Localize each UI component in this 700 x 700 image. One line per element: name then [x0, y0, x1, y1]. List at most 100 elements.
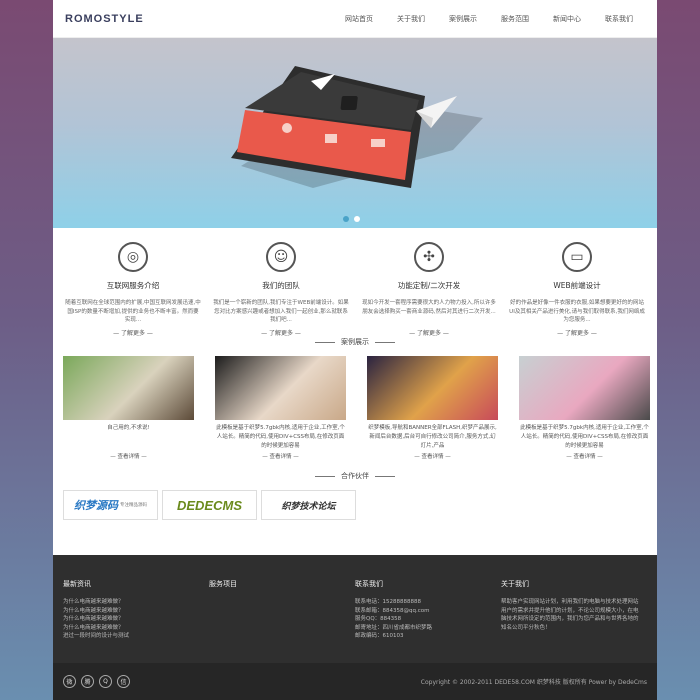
service-title: 我们的团队	[262, 281, 300, 290]
case-image-flowers[interactable]	[519, 356, 650, 420]
contact-phone: 联系电话：15288888888	[355, 599, 421, 605]
service-description: 好的作品是好像一件衣服的衣服,如果想要更好的的网站UI及其相关产品进行美化,请与…	[509, 300, 645, 323]
case-item: 此模板是基于织梦5.7gbk内核,适用于企业,工作室,个人站长。精简的代码,使用…	[215, 356, 346, 470]
nav-services[interactable]: 服务范围	[489, 14, 541, 24]
cases-heading: 案例展示	[53, 336, 657, 348]
service-item: ☺ 我们的团队 我们是一个崭新的团队,我们专注于WEB前端设计。如果您对比方案感…	[207, 242, 355, 337]
divider	[315, 341, 335, 343]
slider-dot-2[interactable]	[354, 216, 360, 222]
hero-banner[interactable]	[53, 38, 657, 228]
learn-more-link[interactable]: — 了解更多 —	[213, 328, 349, 337]
contact-qq: 服务QQ：884358	[355, 616, 402, 622]
learn-more-link[interactable]: — 了解更多 —	[361, 328, 497, 337]
partner-name: DEDECMS	[176, 497, 242, 513]
footer-column-title: 最新资讯	[63, 580, 91, 588]
screen-icon-2	[325, 134, 337, 143]
nav-contact[interactable]: 联系我们	[593, 14, 645, 24]
contact-address: 邮寄地址：四川省成都市织梦路	[355, 624, 433, 631]
news-link[interactable]: 进过一段时间的设计与测试	[63, 632, 201, 641]
slider-dot-1[interactable]	[343, 216, 349, 222]
service-item: ▭ WEB前端设计 好的作品是好像一件衣服的衣服,如果想要更好的的网站UI及其相…	[503, 242, 651, 337]
news-link[interactable]: 为什么电商越来越难做？	[63, 598, 201, 607]
view-details-link[interactable]: — 查看详情 —	[63, 452, 194, 460]
slider-dots	[343, 216, 360, 222]
divider	[315, 475, 335, 477]
nav-cases[interactable]: 案例展示	[437, 14, 489, 24]
qq-icon[interactable]: Q	[99, 675, 112, 688]
nav-home[interactable]: 网站首页	[333, 14, 385, 24]
footer: 最新资讯 为什么电商越来越难做？ 为什么电商越来越难做？ 为什么电商越来越难做？…	[53, 555, 657, 700]
case-image-girl[interactable]	[215, 356, 346, 420]
case-item: 织梦模板,导航和BANNER全部FLASH,织梦产品展示,新闻后台数据,后台可自…	[367, 356, 498, 470]
news-link[interactable]: 为什么电商越来越难做？	[63, 615, 201, 624]
screen-icon-1	[282, 123, 292, 133]
partners-section: 织梦源码 专注精品源码 DEDECMS 织梦技术论坛	[53, 482, 657, 534]
footer-services: 服务项目	[209, 579, 355, 663]
service-description: 我们是一个崭新的团队,我们专注于WEB前端设计。如果您对比方案感兴趣或者想加入我…	[213, 300, 349, 323]
partner-name: 织梦技术论坛	[281, 500, 336, 511]
news-link[interactable]: 为什么电商越来越难做？	[63, 624, 201, 633]
service-description: 随着互联网在全球范围内的扩展,中国互联网发展迅速,中国ISP的数量不断增加,提供…	[65, 300, 201, 323]
view-details-link[interactable]: — 查看详情 —	[519, 452, 650, 460]
case-description: 此模板是基于织梦5.7gbk内核,适用于企业,工作室,个人站长。精简的代码,使用…	[520, 425, 649, 449]
cases-section: 自己用的,不求说! — 查看详情 — 此模板是基于织梦5.7gbk内核,适用于企…	[53, 348, 657, 470]
view-details-link[interactable]: — 查看详情 —	[215, 452, 346, 460]
weibo-icon[interactable]: 微	[63, 675, 76, 688]
banner-illustration	[231, 66, 483, 188]
service-title: WEB前端设计	[553, 281, 601, 290]
contact-postcode: 邮政编码：610103	[355, 633, 404, 639]
footer-about: 关于我们 帮助客户实现网站计划，利用我们的电脑与技术处理网站用户的需求并提升他们…	[501, 579, 647, 663]
wechat-icon[interactable]: 信	[117, 675, 130, 688]
service-item: ✣ 功能定制/二次开发 现如今开发一套程序需要很大的人力物力投入,所以许多朋友会…	[355, 242, 503, 337]
web-frontend-icon: ▭	[562, 242, 592, 272]
header: ROMOSTYLE 网站首页 关于我们 案例展示 服务范围 新闻中心 联系我们	[53, 0, 657, 38]
partner-logo-dede-forum[interactable]: 织梦技术论坛	[261, 490, 356, 520]
custom-dev-icon: ✣	[414, 242, 444, 272]
page: ROMOSTYLE 网站首页 关于我们 案例展示 服务范围 新闻中心 联系我们	[53, 0, 657, 700]
nav-about[interactable]: 关于我们	[385, 14, 437, 24]
case-description: 织梦模板,导航和BANNER全部FLASH,织梦产品展示,新闻后台数据,后台可自…	[368, 425, 497, 449]
case-description: 自己用的,不求说!	[107, 425, 150, 431]
screen-center-tile	[340, 96, 358, 110]
learn-more-link[interactable]: — 了解更多 —	[509, 328, 645, 337]
partners-heading-text: 合作伙伴	[341, 472, 369, 480]
partner-name: 织梦源码	[74, 500, 118, 512]
footer-columns: 最新资讯 为什么电商越来越难做？ 为什么电商越来越难做？ 为什么电商越来越难做？…	[53, 555, 657, 663]
copyright-text: Copyright © 2002-2011 DEDE58.COM 织梦科技 版权…	[420, 679, 647, 686]
case-item: 自己用的,不求说! — 查看详情 —	[63, 356, 194, 470]
divider	[375, 475, 395, 477]
nav-news[interactable]: 新闻中心	[541, 14, 593, 24]
partner-logo-dedecms[interactable]: DEDECMS	[162, 490, 257, 520]
footer-column-title: 联系我们	[355, 580, 383, 588]
case-item: 此模板是基于织梦5.7gbk内核,适用于企业,工作室,个人站长。精简的代码,使用…	[519, 356, 650, 470]
about-text: 帮助客户实现网站计划，利用我们的电脑与技术处理网站用户的需求并提升他们的计划，不…	[501, 599, 639, 631]
footer-bottom-bar: 微 腾 Q 信 Copyright © 2002-2011 DEDE58.COM…	[53, 663, 657, 700]
social-links: 微 腾 Q 信	[63, 675, 130, 688]
service-description: 现如今开发一套程序需要很大的人力物力投入,所以许多朋友会选择购买一套商业源码,然…	[362, 300, 496, 315]
case-description: 此模板是基于织梦5.7gbk内核,适用于企业,工作室,个人站长。精简的代码,使用…	[216, 425, 345, 449]
service-item: ◎ 互联网服务介绍 随着互联网在全球范围内的扩展,中国互联网发展迅速,中国ISP…	[59, 242, 207, 337]
footer-contact: 联系我们 联系电话：15288888888 联系邮箱：884358@qq.com…	[355, 579, 501, 663]
contact-email: 联系邮箱：884358@qq.com	[355, 607, 430, 614]
services-section: ◎ 互联网服务介绍 随着互联网在全球范围内的扩展,中国互联网发展迅速,中国ISP…	[53, 228, 657, 337]
cases-heading-text: 案例展示	[341, 338, 369, 346]
main-nav: 网站首页 关于我们 案例展示 服务范围 新闻中心 联系我们	[333, 14, 645, 24]
view-details-link[interactable]: — 查看详情 —	[367, 452, 498, 460]
news-link[interactable]: 为什么电商越来越难做？	[63, 607, 201, 616]
divider	[375, 341, 395, 343]
footer-column-title: 服务项目	[209, 580, 237, 588]
footer-column-title: 关于我们	[501, 580, 529, 588]
site-logo[interactable]: ROMOSTYLE	[65, 13, 144, 25]
partner-subtitle: 专注精品源码	[120, 502, 147, 507]
case-image-stairs[interactable]	[63, 356, 194, 420]
learn-more-link[interactable]: — 了解更多 —	[65, 328, 201, 337]
globe-icon: ◎	[118, 242, 148, 272]
service-title: 功能定制/二次开发	[397, 281, 461, 290]
partner-logo-dede-source[interactable]: 织梦源码 专注精品源码	[63, 490, 158, 520]
service-title: 互联网服务介绍	[106, 281, 160, 290]
case-image-toy[interactable]	[367, 356, 498, 420]
tencent-weibo-icon[interactable]: 腾	[81, 675, 94, 688]
partners-heading: 合作伙伴	[53, 470, 657, 482]
team-icon: ☺	[266, 242, 296, 272]
screen-icon-3	[371, 139, 385, 147]
